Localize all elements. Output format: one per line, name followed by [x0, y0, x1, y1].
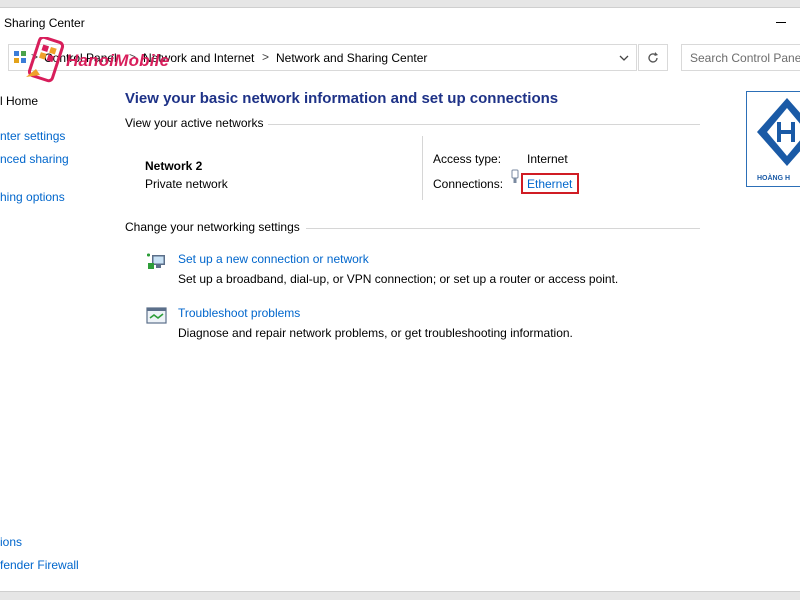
access-type-label: Access type:: [433, 152, 502, 166]
sidebar-change-adapter-settings[interactable]: nter settings: [0, 129, 65, 143]
refresh-icon: [648, 52, 658, 63]
network-sharing-center-window: Sharing Center > Control Panel > Network…: [0, 7, 800, 592]
troubleshoot-icon: [146, 307, 167, 324]
search-input[interactable]: [681, 44, 800, 71]
change-settings-heading: Change your networking settings: [125, 220, 300, 234]
breadcrumb-network-and-sharing-center[interactable]: Network and Sharing Center: [276, 51, 427, 65]
connections-label: Connections:: [433, 177, 504, 191]
sidebar-windows-defender-firewall[interactable]: fender Firewall: [0, 558, 79, 572]
sidebar-media-streaming-options[interactable]: hing options: [0, 190, 65, 204]
divider: [268, 124, 700, 125]
page-title: View your basic network information and …: [125, 90, 559, 107]
network-name: Network 2: [145, 159, 203, 173]
phone-logo-icon: [26, 35, 65, 83]
network-category[interactable]: Private network: [145, 177, 228, 191]
refresh-button[interactable]: [638, 44, 668, 71]
breadcrumb-separator: >: [262, 50, 270, 64]
sidebar-control-panel-home[interactable]: l Home: [0, 94, 38, 108]
chevron-down-icon[interactable]: [613, 48, 635, 68]
new-connection-icon: [147, 253, 165, 269]
brand-logo-icon: [757, 98, 800, 166]
sidebar-internet-options[interactable]: ions: [0, 535, 22, 549]
divider: [306, 228, 700, 229]
divider: [422, 136, 423, 200]
watermark-logo: HanoiMobile: [22, 35, 192, 91]
troubleshoot-problems-description: Diagnose and repair network problems, or…: [178, 326, 573, 340]
window-title: Sharing Center: [4, 16, 85, 30]
sidebar-advanced-sharing-settings[interactable]: nced sharing: [0, 152, 69, 166]
title-bar: Sharing Center: [0, 8, 800, 38]
watermark-text: HanoiMobile: [66, 51, 170, 70]
access-type-value: Internet: [527, 152, 568, 166]
troubleshoot-problems-link[interactable]: Troubleshoot problems: [178, 306, 300, 320]
highlight-box: [521, 173, 579, 194]
ethernet-icon: [511, 169, 519, 183]
brand-text: HOÀNG H: [757, 175, 791, 182]
brand-badge: HOÀNG H: [746, 91, 800, 187]
setup-new-connection-link[interactable]: Set up a new connection or network: [178, 252, 369, 266]
setup-new-connection-description: Set up a broadband, dial-up, or VPN conn…: [178, 272, 619, 286]
active-networks-heading: View your active networks: [125, 116, 264, 130]
minimize-button[interactable]: [770, 10, 792, 34]
